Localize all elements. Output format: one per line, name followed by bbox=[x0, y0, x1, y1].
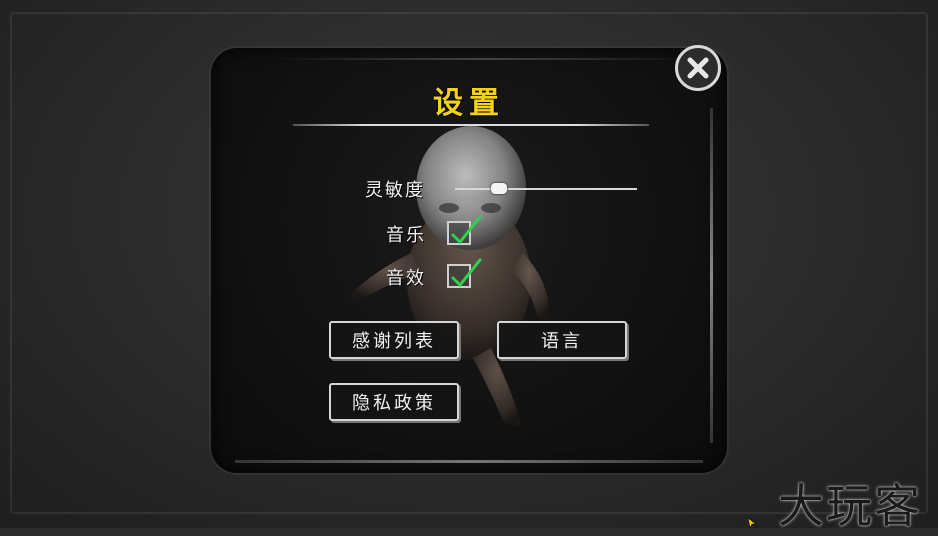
sensitivity-label: 灵敏度 bbox=[365, 180, 425, 201]
checkmark-icon bbox=[451, 258, 482, 288]
close-button[interactable] bbox=[675, 45, 721, 91]
sensitivity-slider-handle[interactable] bbox=[490, 183, 507, 194]
sfx-label: 音效 bbox=[386, 268, 426, 289]
title-divider bbox=[293, 124, 649, 126]
music-label: 音乐 bbox=[386, 225, 426, 246]
close-icon bbox=[687, 57, 709, 79]
sfx-checkbox[interactable] bbox=[447, 258, 482, 288]
privacy-policy-button[interactable]: 隐私政策 bbox=[329, 383, 459, 421]
credits-button[interactable]: 感谢列表 bbox=[329, 321, 459, 359]
checkmark-icon bbox=[451, 215, 482, 245]
mouse-cursor-icon bbox=[748, 518, 757, 528]
music-checkbox[interactable] bbox=[447, 215, 482, 245]
watermark-logo: 大玩客 bbox=[778, 479, 922, 533]
settings-title: 设置 bbox=[433, 86, 505, 121]
sensitivity-slider-track[interactable] bbox=[455, 188, 637, 190]
settings-panel: 设置 灵敏度 音乐 音效 感谢列表 语言 隐私政策 bbox=[211, 48, 727, 473]
language-button[interactable]: 语言 bbox=[497, 321, 627, 359]
